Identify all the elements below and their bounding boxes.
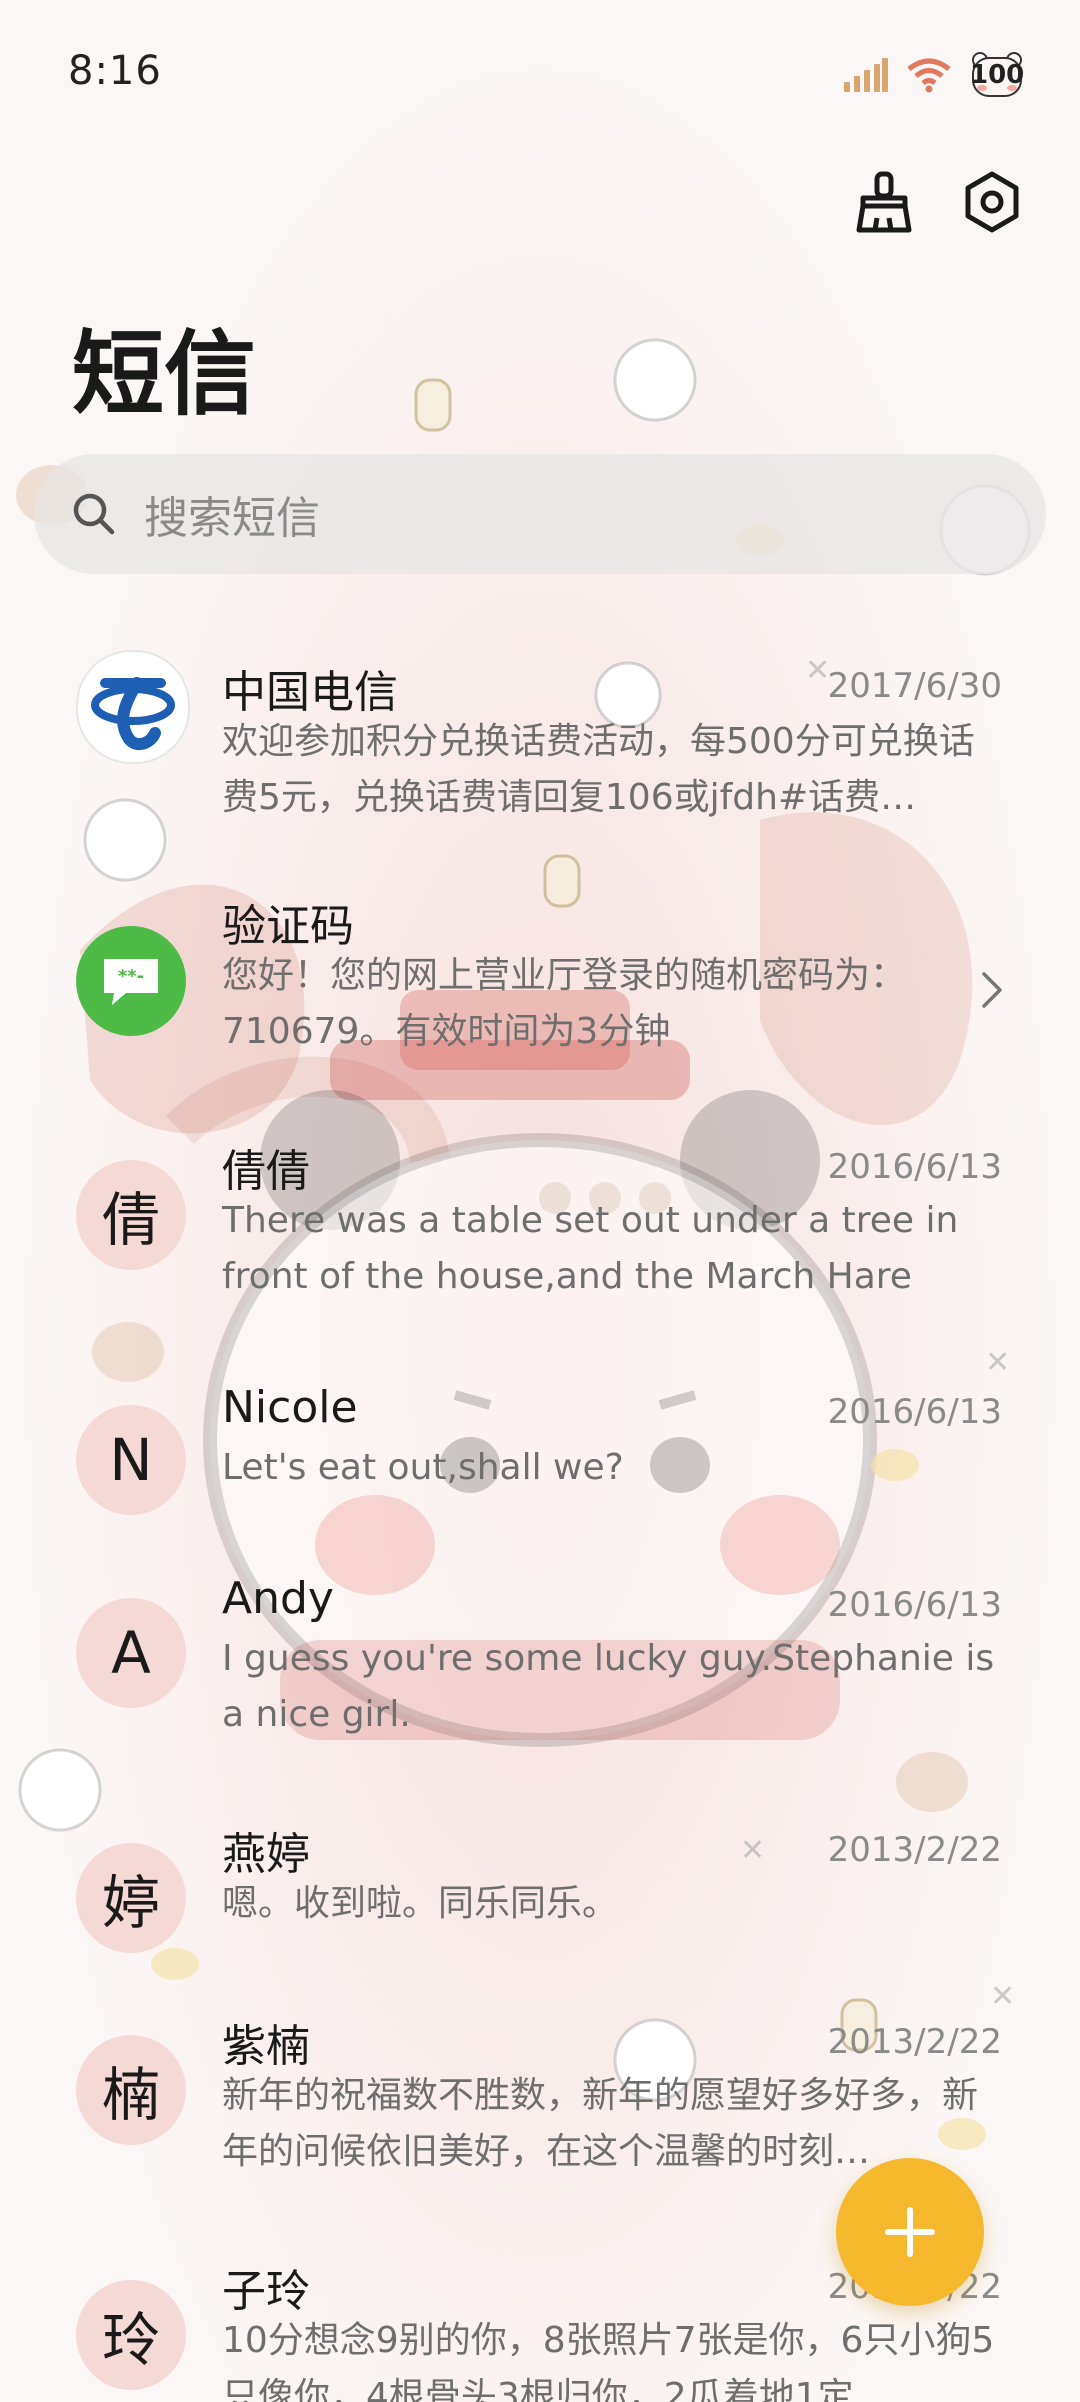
contact-avatar: A xyxy=(76,1598,186,1708)
new-message-button[interactable] xyxy=(836,2158,984,2306)
conversation-preview: 欢迎参加积分兑换话费活动，每500分可兑换话费5元，兑换话费请回复106或jfd… xyxy=(222,721,975,818)
search-placeholder: 搜索短信 xyxy=(144,493,320,544)
conversation-date: 2016/6/13 xyxy=(827,1392,1002,1432)
conversation-date: 2013/2/22 xyxy=(827,2022,1002,2062)
conversation-name: 紫楠 xyxy=(222,2021,310,2072)
contact-avatar: 楠 xyxy=(76,2035,186,2145)
status-icons: 100 xyxy=(842,52,1024,98)
contact-avatar: 婷 xyxy=(76,1843,186,1953)
conversation-name: Nicole xyxy=(222,1382,358,1433)
contact-avatar: 玲 xyxy=(76,2280,186,2390)
message-bubble-icon: **- xyxy=(76,926,186,1036)
chevron-right-icon xyxy=(982,972,1002,1008)
plus-icon xyxy=(885,2207,935,2257)
search-icon xyxy=(73,493,115,535)
conversation-item[interactable]: **- 验证码 您好！您的网上营业厅登录的随机密码为：710679。有效时间为3… xyxy=(0,870,1080,1090)
signal-icon xyxy=(844,58,888,92)
header-actions xyxy=(852,170,1024,234)
conversation-date: 2017/6/30 xyxy=(827,666,1002,706)
messages-screen: ✕ ✕ ✕ ✕ 8:16 100 短信 搜索短信 中国电信 2017/6/30 … xyxy=(0,0,1080,2402)
conversation-preview: Let's eat out,shall we? xyxy=(222,1447,624,1488)
conversation-preview: There was a table set out under a tree i… xyxy=(222,1200,959,1297)
conversation-name: 燕婷 xyxy=(222,1829,310,1880)
conversation-name: Andy xyxy=(222,1573,334,1624)
settings-gear-icon[interactable] xyxy=(960,170,1024,234)
battery-icon: 100 xyxy=(970,52,1024,98)
conversation-item[interactable]: 中国电信 2017/6/30 欢迎参加积分兑换话费活动，每500分可兑换话费5元… xyxy=(0,630,1080,850)
status-bar: 8:16 100 xyxy=(0,0,1080,150)
conversation-date: 2016/6/13 xyxy=(827,1147,1002,1187)
contact-avatar: N xyxy=(76,1405,186,1515)
page-title: 短信 xyxy=(72,321,257,428)
status-time: 8:16 xyxy=(68,48,162,94)
telecom-logo-icon xyxy=(76,650,190,764)
conversation-item[interactable]: A Andy 2016/6/13 I guess you're some luc… xyxy=(0,1553,1080,1773)
conversation-preview: 您好！您的网上营业厅登录的随机密码为：710679。有效时间为3分钟 xyxy=(222,955,907,1052)
conversation-name: 倩倩 xyxy=(222,1146,310,1197)
conversation-preview: 10分想念9别的你，8张照片7张是你，6只小狗5只像你，4根骨头3根归你，2瓜着… xyxy=(222,2320,995,2402)
conversation-item[interactable]: 婷 燕婷 2013/2/22 嗯。收到啦。同乐同乐。 xyxy=(0,1798,1080,1978)
conversation-name: 中国电信 xyxy=(222,667,398,718)
search-bar[interactable]: 搜索短信 xyxy=(34,454,1046,574)
conversation-item[interactable]: 倩 倩倩 2016/6/13 There was a table set out… xyxy=(0,1115,1080,1335)
conversation-date: 2016/6/13 xyxy=(827,1585,1002,1625)
conversation-preview: 嗯。收到啦。同乐同乐。 xyxy=(222,1883,619,1924)
conversation-item[interactable]: N Nicole 2016/6/13 Let's eat out,shall w… xyxy=(0,1360,1080,1540)
conversation-name: 子玲 xyxy=(222,2266,310,2317)
svg-text:**-: **- xyxy=(118,966,144,987)
battery-level: 100 xyxy=(970,60,1025,90)
conversation-preview: I guess you're some lucky guy.Stephanie … xyxy=(222,1638,995,1735)
contact-avatar: 倩 xyxy=(76,1160,186,1270)
conversation-name: 验证码 xyxy=(222,901,354,952)
conversation-date: 2013/2/22 xyxy=(827,1830,1002,1870)
wifi-icon xyxy=(907,58,951,93)
clean-brush-icon[interactable] xyxy=(852,170,916,234)
